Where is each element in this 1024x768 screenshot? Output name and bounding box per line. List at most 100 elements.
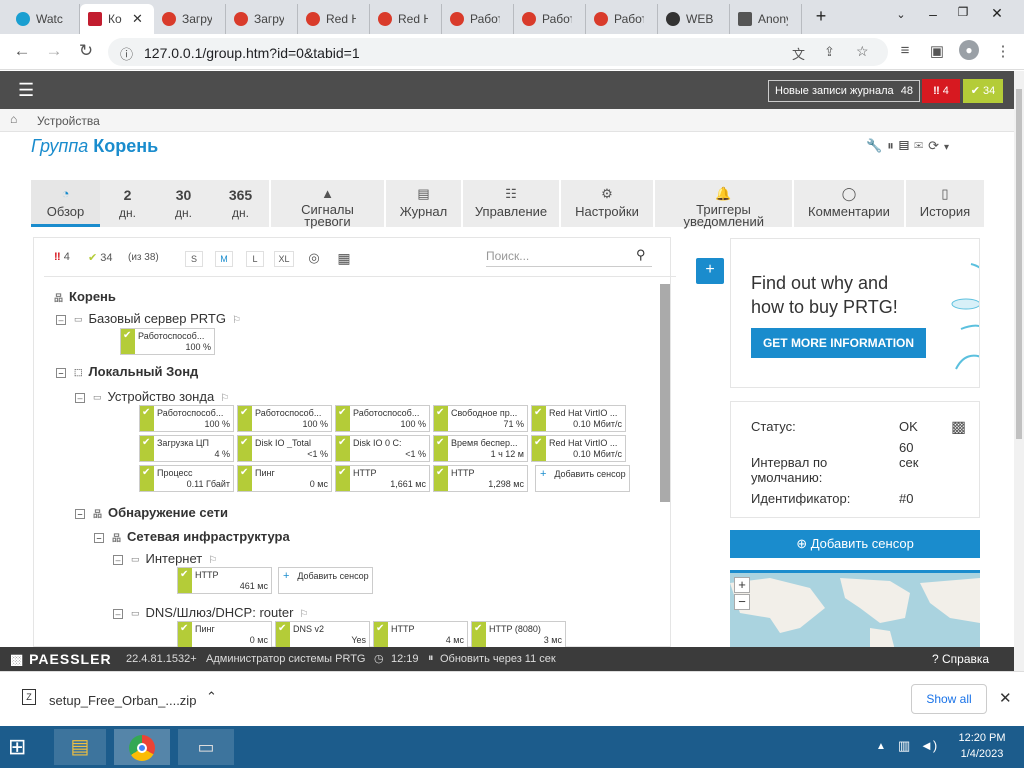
tab-notification-triggers[interactable]: 🔔 Триггеры уведомлений [655, 180, 792, 228]
refresh-icon[interactable]: ⟳ [928, 138, 944, 153]
profile-avatar-icon[interactable]: ● [958, 40, 980, 60]
sensor-tile[interactable]: ✔ Время беспер... 1 ч 12 м [433, 435, 528, 462]
sensor-tile[interactable]: ✔ HTTP 461 мс [177, 567, 272, 594]
add-sensor-button[interactable]: ⊕ Добавить сенсор [730, 530, 980, 558]
sensor-tile[interactable]: ✔ Свободное пр... 71 % [433, 405, 528, 432]
network-icon[interactable]: ▥ [898, 738, 910, 754]
sensor-tile[interactable]: ✔ HTTP 1,661 мс [335, 465, 430, 492]
page-scrollbar[interactable] [1014, 71, 1024, 671]
collapse-icon[interactable]: – [75, 508, 85, 519]
new-log-entries-button[interactable]: Новые записи журнала 48 [768, 80, 920, 102]
url-text[interactable]: 127.0.0.1/group.htm?id=0&tabid=1 [144, 45, 360, 61]
pause-icon[interactable]: ⏸ [887, 138, 899, 153]
side-panel-icon[interactable]: ▣ [926, 42, 948, 60]
tab-settings[interactable]: ⚙ Настройки [561, 180, 653, 227]
search-icon[interactable]: ⚲ [636, 247, 646, 263]
browser-tab[interactable]: Watc [8, 4, 80, 34]
tab-30-days[interactable]: 30 дн. [155, 180, 212, 227]
paessler-logo[interactable]: ▩ PAESSLER [10, 651, 112, 668]
sensor-tile[interactable]: ✔ Red Hat VirtIO ... 0.10 Мбит/с [531, 435, 626, 462]
browser-tab-active[interactable]: Ко ✕ [80, 4, 154, 34]
browser-tab[interactable]: Работ [514, 4, 586, 34]
close-download-bar-icon[interactable]: ✕ [999, 689, 1012, 707]
sensor-tile[interactable]: ✔ Процесс 0.11 Гбайт [139, 465, 234, 492]
tab-alarms[interactable]: ▲ Сигналы тревоги [271, 180, 384, 228]
sensor-tile[interactable]: ✔ Red Hat VirtIO ... 0.10 Мбит/с [531, 405, 626, 432]
close-tab-icon[interactable]: ✕ [132, 11, 143, 27]
close-window-icon[interactable]: ✕ [982, 5, 1012, 22]
home-icon[interactable]: ⌂ [10, 112, 17, 126]
browser-tab[interactable]: Red H [370, 4, 442, 34]
restore-icon[interactable]: ❐ [948, 5, 978, 19]
chevron-up-icon[interactable]: ⌃ [206, 689, 217, 705]
alarms-badge[interactable]: ‼ 4 [922, 79, 960, 103]
collapse-icon[interactable]: – [113, 608, 123, 619]
tree-node-dns-device[interactable]: – ▭ DNS/Шлюз/DHCP: router ⚐ [113, 605, 308, 620]
collapse-icon[interactable]: – [56, 367, 66, 378]
chevron-down-icon[interactable]: ▾ [944, 142, 954, 153]
size-m-button[interactable]: M [215, 251, 233, 267]
search-input[interactable]: Поиск... [486, 249, 652, 267]
minimize-icon[interactable]: – [918, 6, 948, 22]
reading-list-icon[interactable]: ≡ [894, 42, 916, 59]
tab-2-days[interactable]: 2 дн. [100, 180, 155, 227]
back-arrow-icon[interactable]: ← [10, 41, 34, 61]
help-link[interactable]: ? Справка [932, 652, 989, 666]
browser-tab[interactable]: WEB и [658, 4, 730, 34]
sensor-tile[interactable]: ✔ HTTP 4 мс [373, 621, 468, 648]
mail-icon[interactable]: ✉ [914, 138, 928, 153]
browser-tab[interactable]: Red H [298, 4, 370, 34]
add-widget-button[interactable]: + [696, 258, 724, 284]
hamburger-menu-icon[interactable]: ☰ [18, 80, 34, 101]
collapse-icon[interactable]: – [113, 554, 123, 565]
ok-badge[interactable]: ✔ 34 [963, 79, 1003, 103]
taskbar-time[interactable]: 12:20 PM [957, 732, 1007, 744]
reload-icon[interactable]: ↻ [74, 41, 98, 61]
show-all-button[interactable]: Show all [911, 684, 987, 714]
add-page-icon[interactable]: ▤ [899, 138, 914, 153]
sensor-tile[interactable]: ✔ HTTP 1,298 мс [433, 465, 528, 492]
new-tab-button[interactable]: + [806, 6, 836, 27]
file-explorer-icon[interactable]: ▤ [54, 729, 106, 765]
grid-view-icon[interactable]: ▦ [335, 251, 353, 267]
user-text[interactable]: Администратор системы PRTG [206, 653, 365, 665]
chrome-icon[interactable] [114, 729, 170, 765]
tab-comments[interactable]: ◯ Комментарии [794, 180, 904, 227]
browser-menu-icon[interactable]: ⋮ [992, 42, 1014, 60]
tree-node-local-probe[interactable]: – ⬚ Локальный Зонд [56, 364, 198, 379]
tab-overview[interactable]: ◔ Обзор [31, 180, 100, 227]
tree-node-internet[interactable]: – ▭ Интернет ⚐ [113, 551, 217, 566]
sensor-tile[interactable]: ✔ Работоспособ... 100 % [139, 405, 234, 432]
tree-scrollbar[interactable] [660, 284, 670, 502]
tab-management[interactable]: ☷ Управление [463, 180, 559, 227]
browser-tab[interactable]: Anony [730, 4, 802, 34]
tab-history[interactable]: ▯ История [906, 180, 984, 227]
tray-chevron-icon[interactable]: ▲ [876, 741, 886, 752]
size-s-button[interactable]: S [185, 251, 203, 267]
collapse-icon[interactable]: – [75, 392, 85, 403]
size-l-button[interactable]: L [246, 251, 264, 267]
collapse-icon[interactable]: – [94, 532, 104, 543]
wrench-icon[interactable]: 🔧 [866, 138, 887, 153]
alarms-filter[interactable]: ‼ 4 [54, 251, 70, 263]
refresh-text[interactable]: Обновить через 11 сек [440, 653, 556, 665]
omnibox[interactable]: ⓘ 127.0.0.1/group.htm?id=0&tabid=1 文 ⇪ ☆ [108, 38, 888, 66]
sensor-tile[interactable]: ✔ HTTP (8080) 3 мс [471, 621, 566, 648]
tree-node-base-server[interactable]: – ▭ Базовый сервер PRTG ⚐ [56, 311, 241, 326]
windows-start-icon[interactable]: ⊞ [8, 736, 26, 758]
collapse-icon[interactable]: – [56, 314, 66, 325]
sunburst-view-icon[interactable]: ◎ [305, 251, 323, 267]
browser-tab[interactable]: Загру [226, 4, 298, 34]
volume-icon[interactable]: ◄) [920, 738, 937, 753]
bookmark-star-icon[interactable]: ☆ [856, 43, 869, 60]
sensor-tile[interactable]: ✔ Disk IO 0 C: <1 % [335, 435, 430, 462]
browser-tab[interactable]: Работ [586, 4, 658, 34]
tab-search-chevron-icon[interactable]: ⌄ [886, 8, 916, 21]
zoom-out-button[interactable]: − [734, 594, 750, 610]
sensor-tile[interactable]: ✔ Работоспособ... 100 % [237, 405, 332, 432]
breadcrumb-devices[interactable]: Устройства [37, 114, 100, 128]
add-sensor-tile[interactable]: + Добавить сенсор [278, 567, 373, 594]
sensor-tile[interactable]: ✔ Disk IO _Total <1 % [237, 435, 332, 462]
tree-node-root[interactable]: 品 Корень [54, 289, 116, 304]
share-icon[interactable]: ⇪ [824, 44, 835, 60]
